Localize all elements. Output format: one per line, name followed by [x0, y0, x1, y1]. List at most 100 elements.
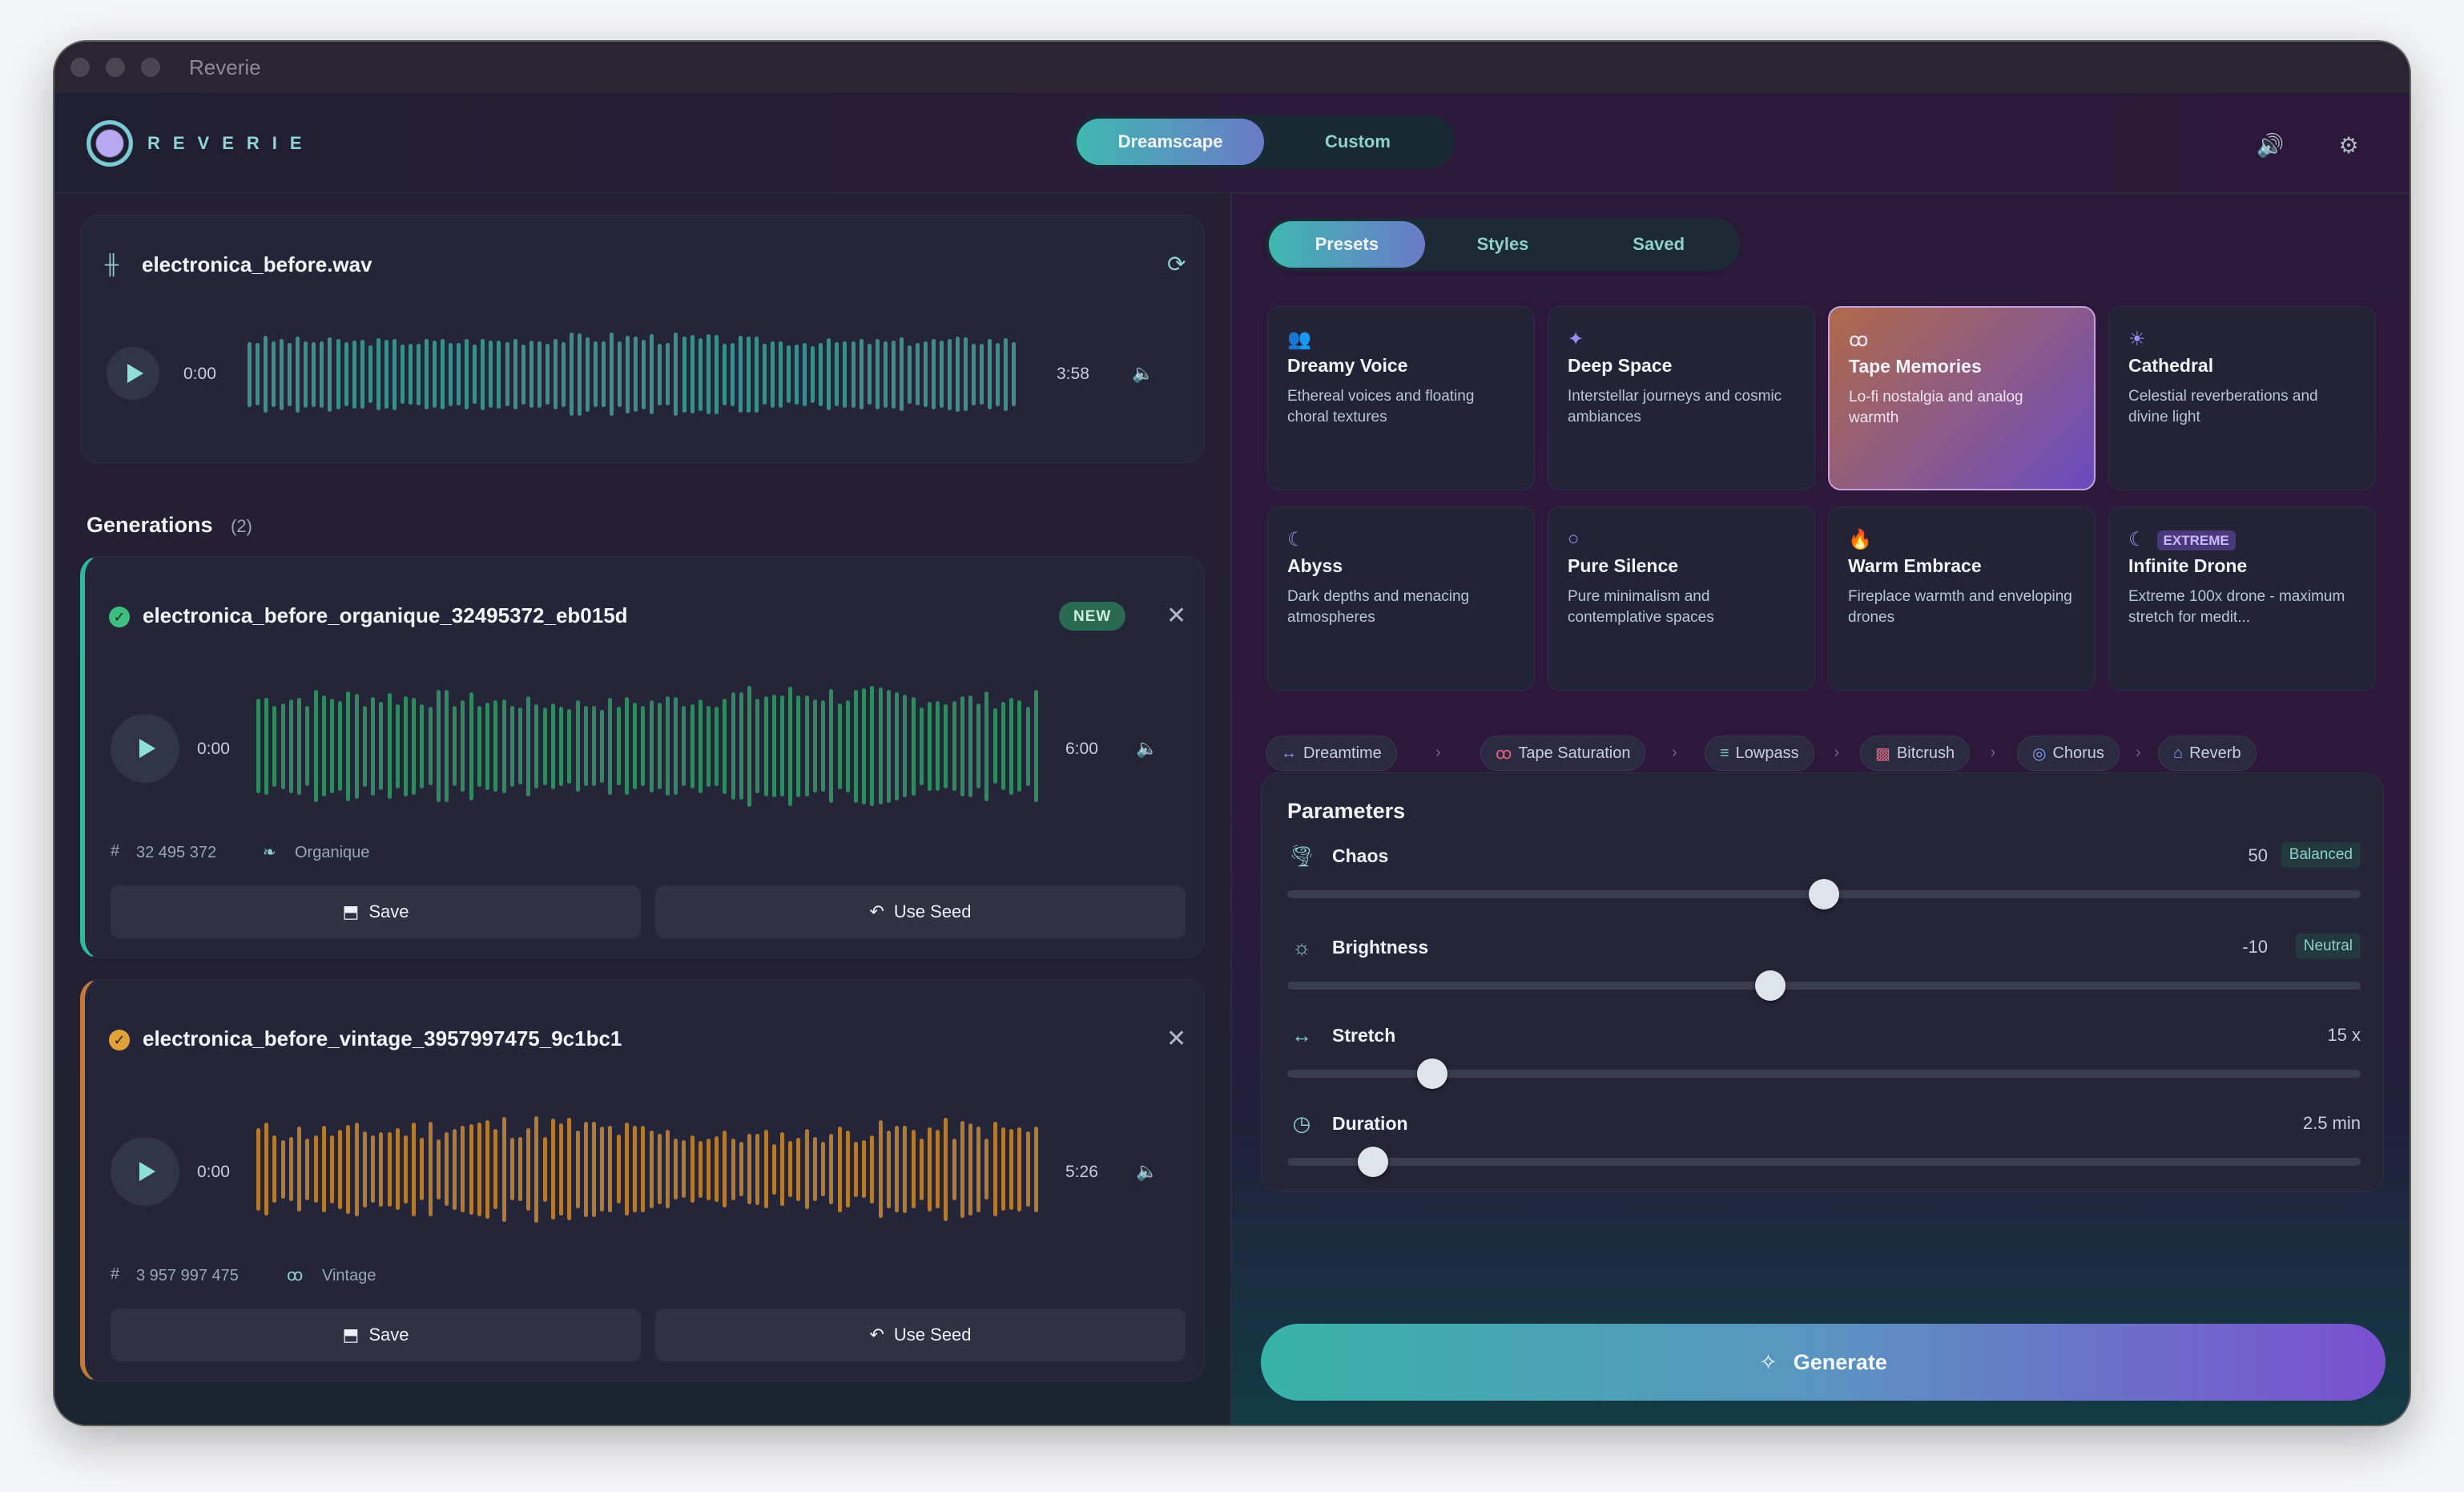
- use-seed-button[interactable]: ↶ Use Seed: [655, 1309, 1186, 1361]
- effect-chip[interactable]: ↔ Dreamtime: [1266, 736, 1397, 771]
- waveform-bar: [862, 688, 867, 804]
- effect-chip[interactable]: ≡ Lowpass: [1705, 736, 1814, 771]
- tab-saved[interactable]: Saved: [1580, 221, 1737, 268]
- parameter-icon: ☼: [1292, 935, 1311, 959]
- speaker-icon[interactable]: 🔊: [2256, 131, 2285, 160]
- generation-volume-icon[interactable]: 🔈: [1136, 1161, 1158, 1182]
- use-seed-button[interactable]: ↶ Use Seed: [655, 885, 1186, 938]
- parameter-slider-handle[interactable]: [1358, 1147, 1389, 1177]
- waveform-bar: [256, 1127, 260, 1211]
- waveform-bar: [859, 339, 864, 409]
- parameter-value: 2.5 min: [2302, 1113, 2361, 1133]
- waveform-bar: [870, 686, 875, 806]
- tab-presets[interactable]: Presets: [1269, 221, 1425, 268]
- chevron-right-icon: ›: [1990, 744, 1996, 761]
- waveform-bar: [633, 703, 638, 789]
- waveform-bar: [927, 701, 932, 791]
- preset-card[interactable]: ☾ Abyss Dark depths and menacing atmosph…: [1267, 506, 1535, 691]
- waveform-bar: [690, 704, 695, 788]
- waveform-bar: [883, 341, 888, 408]
- preset-card[interactable]: ☾ EXTREME Infinite Drone Extreme 100x dro…: [2108, 506, 2376, 691]
- waveform-bar: [457, 343, 461, 405]
- waveform-bar: [1000, 702, 1005, 790]
- parameter-slider-handle[interactable]: [1809, 879, 1839, 909]
- waveform-bar: [328, 337, 332, 412]
- generation-play-button[interactable]: [111, 714, 179, 783]
- waveform-bar: [346, 691, 351, 801]
- waveform-bar: [747, 685, 752, 807]
- generation-style: Organique: [295, 844, 370, 861]
- waveform-bar: [903, 695, 908, 797]
- parameter-slider-track[interactable]: [1287, 982, 2361, 990]
- waveform-bar: [561, 341, 566, 407]
- effect-chip[interactable]: ꝏ Tape Saturation: [1480, 736, 1646, 771]
- waveform-bar: [412, 1122, 417, 1216]
- waveform-bar: [796, 695, 801, 797]
- effect-chip[interactable]: ⌂ Reverb: [2158, 736, 2257, 771]
- preset-card[interactable]: 🔥 Warm Embrace Fireplace warmth and enve…: [1828, 506, 2096, 691]
- parameter-slider-track[interactable]: [1287, 1070, 2361, 1078]
- waveform-bar: [1009, 697, 1014, 795]
- parameter-slider-handle[interactable]: [1755, 970, 1786, 1001]
- close-icon[interactable]: ✕: [1166, 602, 1186, 630]
- waveform-bar: [870, 1135, 875, 1204]
- source-volume-icon[interactable]: 🔈: [1132, 363, 1153, 384]
- save-button[interactable]: ⬒ Save: [111, 1309, 641, 1361]
- waveform-bar: [690, 335, 695, 413]
- effect-chip[interactable]: ▩ Bitcrush: [1860, 736, 1971, 771]
- waveform-bar: [984, 691, 989, 801]
- waveform-bar: [441, 339, 445, 409]
- waveform-bar: [529, 341, 533, 408]
- waveform-bar: [526, 1127, 531, 1211]
- waveform-bar: [731, 692, 735, 800]
- generation-waveform[interactable]: [256, 677, 1038, 815]
- waveform-bar: [763, 696, 768, 796]
- refresh-icon[interactable]: ⟳: [1167, 251, 1186, 277]
- source-waveform[interactable]: [248, 329, 1017, 419]
- effect-chip[interactable]: ◎ Chorus: [2017, 736, 2120, 771]
- waveform-bar: [1000, 1127, 1005, 1211]
- waveform-bar: [853, 1141, 858, 1197]
- generation-play-button[interactable]: [111, 1137, 179, 1206]
- waveform-bar: [602, 341, 606, 407]
- waveform-bar: [616, 1135, 621, 1204]
- gear-icon[interactable]: ⚙: [2334, 131, 2363, 160]
- generation-waveform[interactable]: [256, 1100, 1038, 1238]
- preset-card[interactable]: ꝏ Tape Memories Lo-fi nostalgia and anal…: [1828, 306, 2096, 490]
- waveform-bar: [256, 699, 260, 793]
- preset-card[interactable]: 👥 Dreamy Voice Ethereal voices and float…: [1267, 306, 1535, 490]
- save-button[interactable]: ⬒ Save: [111, 885, 641, 938]
- waveform-bar: [641, 1126, 646, 1212]
- minimize-window-button[interactable]: [106, 58, 125, 77]
- waveform-bar: [344, 342, 348, 406]
- waveform-bar: [408, 344, 413, 405]
- tab-dreamscape[interactable]: Dreamscape: [1077, 119, 1264, 165]
- waveform-bar: [248, 341, 252, 407]
- waveform-bar: [465, 339, 469, 409]
- source-play-button[interactable]: [107, 347, 159, 400]
- tab-custom[interactable]: Custom: [1264, 119, 1451, 165]
- zoom-window-button[interactable]: [141, 58, 160, 77]
- waveform-bar: [608, 1126, 613, 1212]
- parameter-slider-handle[interactable]: [1416, 1059, 1447, 1089]
- tab-styles[interactable]: Styles: [1425, 221, 1581, 268]
- parameter-slider-track[interactable]: [1287, 1158, 2361, 1166]
- close-window-button[interactable]: [70, 58, 90, 77]
- preset-card[interactable]: ✦ Deep Space Interstellar journeys and c…: [1548, 306, 1815, 490]
- waveform-bar: [436, 1139, 441, 1200]
- preset-card[interactable]: ○ Pure Silence Pure minimalism and conte…: [1548, 506, 1815, 691]
- waveform-bar: [698, 699, 703, 793]
- preset-title: Cathedral: [2128, 355, 2214, 376]
- waveform-bar: [996, 342, 1000, 406]
- waveform-bar: [420, 704, 425, 788]
- waveform-bar: [433, 341, 437, 408]
- waveform-bar: [493, 1129, 498, 1209]
- waveform-bar: [747, 1134, 752, 1204]
- generation-volume-icon[interactable]: 🔈: [1136, 738, 1158, 759]
- waveform-bar: [634, 337, 638, 412]
- close-icon[interactable]: ✕: [1166, 1025, 1186, 1053]
- waveform-bar: [923, 341, 928, 407]
- waveform-bar: [746, 336, 751, 413]
- generate-button[interactable]: ✧ Generate: [1261, 1324, 2385, 1401]
- preset-card[interactable]: ☀ Cathedral Celestial reverberations and…: [2108, 306, 2376, 490]
